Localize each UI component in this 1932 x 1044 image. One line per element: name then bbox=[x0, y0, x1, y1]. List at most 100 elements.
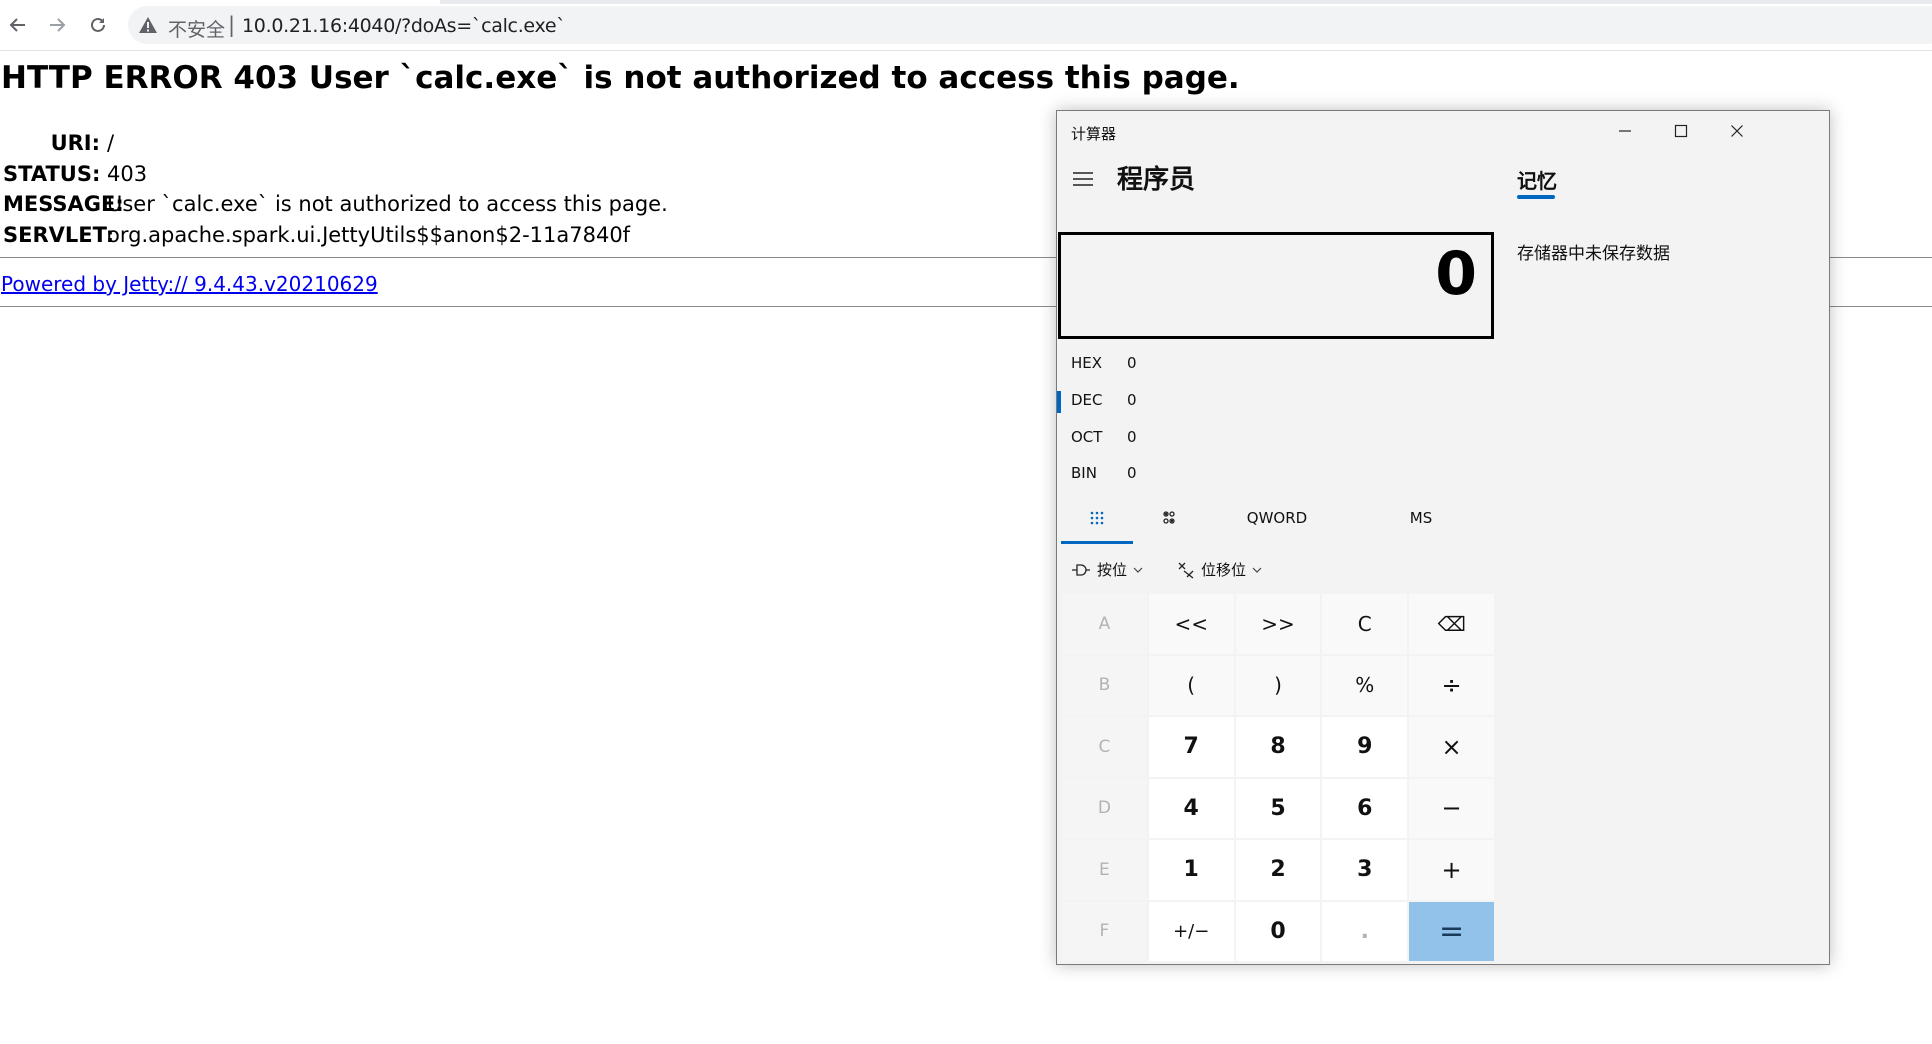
key-0[interactable]: 0 bbox=[1235, 901, 1321, 961]
close-button[interactable] bbox=[1709, 111, 1765, 151]
bitwise-dropdown[interactable]: 按位 bbox=[1071, 559, 1143, 580]
error-info-table: URI: / STATUS: 403 MESSAGE: User `calc.e… bbox=[3, 128, 668, 250]
key-equals[interactable]: = bbox=[1409, 901, 1494, 961]
bitwise-label: 按位 bbox=[1097, 561, 1128, 579]
status-key: STATUS: bbox=[3, 161, 101, 186]
omnibox-separator: | bbox=[228, 13, 236, 37]
mode-title: 程序员 bbox=[1117, 165, 1196, 195]
key-decimal[interactable]: . bbox=[1322, 901, 1408, 961]
close-icon bbox=[1731, 125, 1743, 137]
chevron-down-icon bbox=[1133, 567, 1143, 573]
message-key: MESSAGE: bbox=[3, 192, 124, 216]
memory-empty-message: 存储器中未保存数据 bbox=[1517, 244, 1670, 264]
key-b[interactable]: B bbox=[1062, 655, 1147, 715]
tab-memory-indicator bbox=[1517, 195, 1555, 199]
uri-value: / bbox=[107, 131, 115, 155]
radix-name: DEC bbox=[1071, 391, 1103, 409]
bit-toggling-keypad-icon bbox=[1163, 511, 1175, 524]
window-title: 计算器 bbox=[1071, 125, 1117, 143]
table-row: SERVLET: org.apache.spark.ui.JettyUtils$… bbox=[3, 220, 668, 251]
back-button[interactable] bbox=[5, 12, 31, 38]
full-keypad-button[interactable] bbox=[1061, 495, 1133, 541]
key-7[interactable]: 7 bbox=[1148, 717, 1234, 777]
key-negate[interactable]: +/− bbox=[1148, 901, 1234, 961]
not-secure-label[interactable]: 不安全 bbox=[168, 15, 225, 42]
key-divide[interactable]: ÷ bbox=[1409, 655, 1494, 715]
radix-dec[interactable]: DEC 0 bbox=[1071, 391, 1137, 409]
key-percent[interactable]: % bbox=[1322, 655, 1408, 715]
arrow-left-icon bbox=[9, 18, 25, 32]
key-add[interactable]: + bbox=[1409, 840, 1494, 900]
maximize-icon bbox=[1674, 124, 1688, 138]
radix-name: OCT bbox=[1071, 428, 1103, 446]
word-size-button[interactable]: QWORD bbox=[1205, 495, 1349, 541]
key-9[interactable]: 9 bbox=[1322, 717, 1408, 777]
full-keypad-icon bbox=[1090, 511, 1104, 525]
reload-icon bbox=[91, 17, 105, 32]
key-subtract[interactable]: − bbox=[1409, 778, 1494, 838]
key-1[interactable]: 1 bbox=[1148, 840, 1234, 900]
bitshift-icon bbox=[1178, 562, 1194, 579]
key-a[interactable]: A bbox=[1062, 594, 1147, 654]
hamburger-menu-icon[interactable] bbox=[1071, 167, 1095, 191]
warning-triangle-icon bbox=[139, 17, 157, 33]
key-3[interactable]: 3 bbox=[1322, 840, 1408, 900]
radix-name: BIN bbox=[1071, 464, 1097, 482]
key-right-shift[interactable]: >> bbox=[1235, 594, 1321, 654]
bitwise-icon bbox=[1072, 563, 1090, 576]
radix-name: HEX bbox=[1071, 354, 1103, 372]
key-d[interactable]: D bbox=[1062, 778, 1147, 838]
bit-toggle-keypad-button[interactable] bbox=[1133, 495, 1205, 541]
key-8[interactable]: 8 bbox=[1235, 717, 1321, 777]
radix-value: 0 bbox=[1127, 354, 1137, 372]
radix-value: 0 bbox=[1127, 428, 1137, 446]
key-4[interactable]: 4 bbox=[1148, 778, 1234, 838]
browser-toolbar: 不安全 | 10.0.21.16:4040/?doAs=`calc.exe` bbox=[0, 0, 1932, 51]
key-clear[interactable]: C bbox=[1322, 594, 1408, 654]
key-multiply[interactable]: × bbox=[1409, 717, 1494, 777]
bitshift-dropdown[interactable]: 位移位 bbox=[1177, 559, 1262, 580]
bitshift-label: 位移位 bbox=[1201, 561, 1247, 579]
arrow-right-icon bbox=[50, 18, 66, 32]
minimize-button[interactable] bbox=[1597, 111, 1653, 151]
maximize-button[interactable] bbox=[1653, 111, 1709, 151]
radix-value: 0 bbox=[1127, 464, 1137, 482]
tab-strip-edge bbox=[440, 0, 1932, 4]
servlet-key: SERVLET: bbox=[3, 222, 115, 247]
result-display: 0 bbox=[1058, 232, 1494, 339]
address-bar[interactable]: 不安全 | 10.0.21.16:4040/?doAs=`calc.exe` bbox=[128, 6, 1932, 44]
key-5[interactable]: 5 bbox=[1235, 778, 1321, 838]
table-row: STATUS: 403 bbox=[3, 159, 668, 190]
url-text[interactable]: 10.0.21.16:4040/?doAs=`calc.exe` bbox=[242, 15, 566, 37]
radix-hex[interactable]: HEX 0 bbox=[1071, 354, 1137, 372]
table-row: URI: / bbox=[3, 128, 668, 159]
key-e[interactable]: E bbox=[1062, 840, 1147, 900]
calculator-window: 计算器 程序员 记忆 存储器中未保存数据 0 HEX 0 DEC 0 OCT 0… bbox=[1056, 110, 1830, 965]
message-value: User `calc.exe` is not authorized to acc… bbox=[107, 192, 668, 216]
tab-memory[interactable]: 记忆 bbox=[1517, 165, 1557, 194]
status-value: 403 bbox=[107, 161, 148, 186]
forward-button[interactable] bbox=[44, 12, 70, 38]
memory-store-button[interactable]: MS bbox=[1349, 495, 1493, 541]
display-value: 0 bbox=[1435, 239, 1477, 309]
radix-bin[interactable]: BIN 0 bbox=[1071, 464, 1137, 482]
radix-value: 0 bbox=[1127, 391, 1137, 409]
table-row: MESSAGE: User `calc.exe` is not authoriz… bbox=[3, 189, 668, 220]
error-heading: HTTP ERROR 403 User `calc.exe` is not au… bbox=[1, 60, 1240, 96]
key-backspace[interactable]: ⌫ bbox=[1409, 594, 1494, 654]
keypad: A << >> C ⌫ B ( ) % ÷ C 7 8 9 × D 4 5 6 … bbox=[1062, 594, 1494, 961]
key-f[interactable]: F bbox=[1062, 901, 1147, 961]
reload-button[interactable] bbox=[85, 12, 111, 38]
keypad-tab-indicator bbox=[1061, 541, 1133, 544]
key-2[interactable]: 2 bbox=[1235, 840, 1321, 900]
keypad-control-bar: QWORD MS bbox=[1061, 495, 1491, 541]
key-close-paren[interactable]: ) bbox=[1235, 655, 1321, 715]
powered-by-link[interactable]: Powered by Jetty:// 9.4.43.v20210629 bbox=[1, 272, 378, 296]
key-left-shift[interactable]: << bbox=[1148, 594, 1234, 654]
key-6[interactable]: 6 bbox=[1322, 778, 1408, 838]
key-open-paren[interactable]: ( bbox=[1148, 655, 1234, 715]
chevron-down-icon bbox=[1252, 567, 1262, 573]
key-c[interactable]: C bbox=[1062, 717, 1147, 777]
minimize-icon bbox=[1619, 130, 1631, 132]
radix-oct[interactable]: OCT 0 bbox=[1071, 428, 1137, 446]
